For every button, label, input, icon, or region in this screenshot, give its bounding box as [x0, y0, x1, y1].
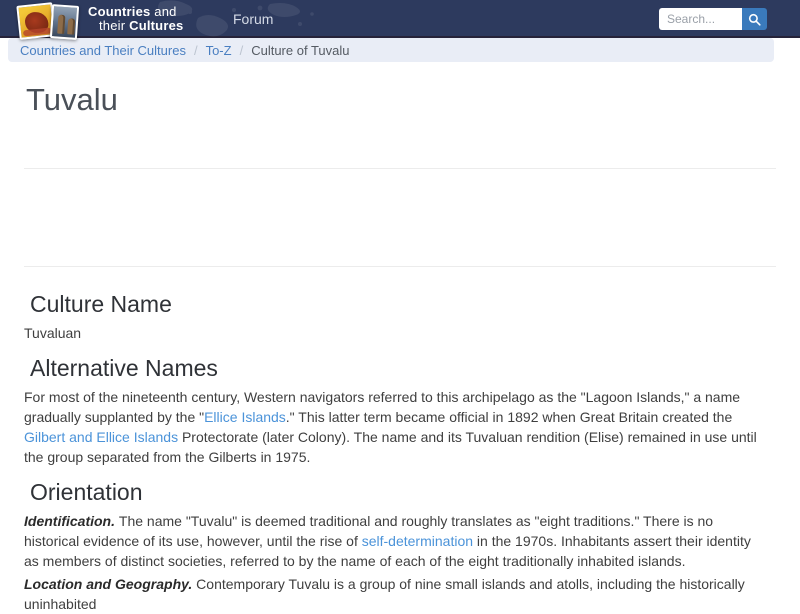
- nav-forum-link[interactable]: Forum: [233, 11, 273, 27]
- section-heading: Alternative Names: [30, 355, 218, 381]
- site-title: Countries and their Cultures: [88, 4, 184, 33]
- paragraph-lead-in: Identification.: [24, 513, 119, 529]
- paragraph-lead-in: Location and Geography.: [24, 576, 197, 592]
- breadcrumb-separator: /: [239, 42, 244, 58]
- paragraph: Tuvaluan: [24, 323, 762, 343]
- brand-word-cultures: Cultures: [129, 18, 184, 33]
- divider-bottom: [24, 266, 776, 267]
- page-title: Tuvalu: [26, 82, 118, 117]
- search-icon: [748, 13, 761, 26]
- search-input[interactable]: [659, 8, 742, 30]
- paragraph-text: ." This latter term became official in 1…: [285, 409, 733, 425]
- brand-word-countries: Countries: [88, 4, 151, 19]
- breadcrumb-current-page: Culture of Tuvalu: [251, 42, 350, 58]
- top-navbar: Countries and their Cultures Forum: [0, 0, 800, 40]
- paragraph-text: Tuvaluan: [24, 325, 82, 341]
- section-heading: Orientation: [30, 479, 143, 505]
- breadcrumb-home-link[interactable]: Countries and Their Cultures: [20, 43, 186, 58]
- section-heading: Culture Name: [30, 291, 172, 317]
- breadcrumb-separator: /: [193, 42, 198, 58]
- ad-placeholder: [24, 168, 776, 267]
- search-button[interactable]: [742, 8, 767, 30]
- article: Tuvalu Culture Name Tuvaluan Alternative N…: [0, 82, 800, 614]
- article-sections: Culture Name Tuvaluan Alternative Names For…: [24, 291, 776, 614]
- search-form: [659, 8, 767, 30]
- paragraph: For most of the nineteenth century, West…: [24, 387, 762, 467]
- inline-link[interactable]: Ellice Islands: [204, 409, 286, 425]
- paragraph: Location and Geography. Contemporary Tuv…: [24, 574, 762, 614]
- breadcrumb-toz-link[interactable]: To-Z: [206, 43, 232, 58]
- logo-photo-moai: [49, 4, 80, 40]
- inline-link[interactable]: self-determination: [362, 533, 473, 549]
- inline-link[interactable]: Gilbert and Ellice Islands: [24, 429, 178, 445]
- logo-photos: [16, 2, 82, 44]
- paragraph: Identification. The name "Tuvalu" is dee…: [24, 511, 762, 571]
